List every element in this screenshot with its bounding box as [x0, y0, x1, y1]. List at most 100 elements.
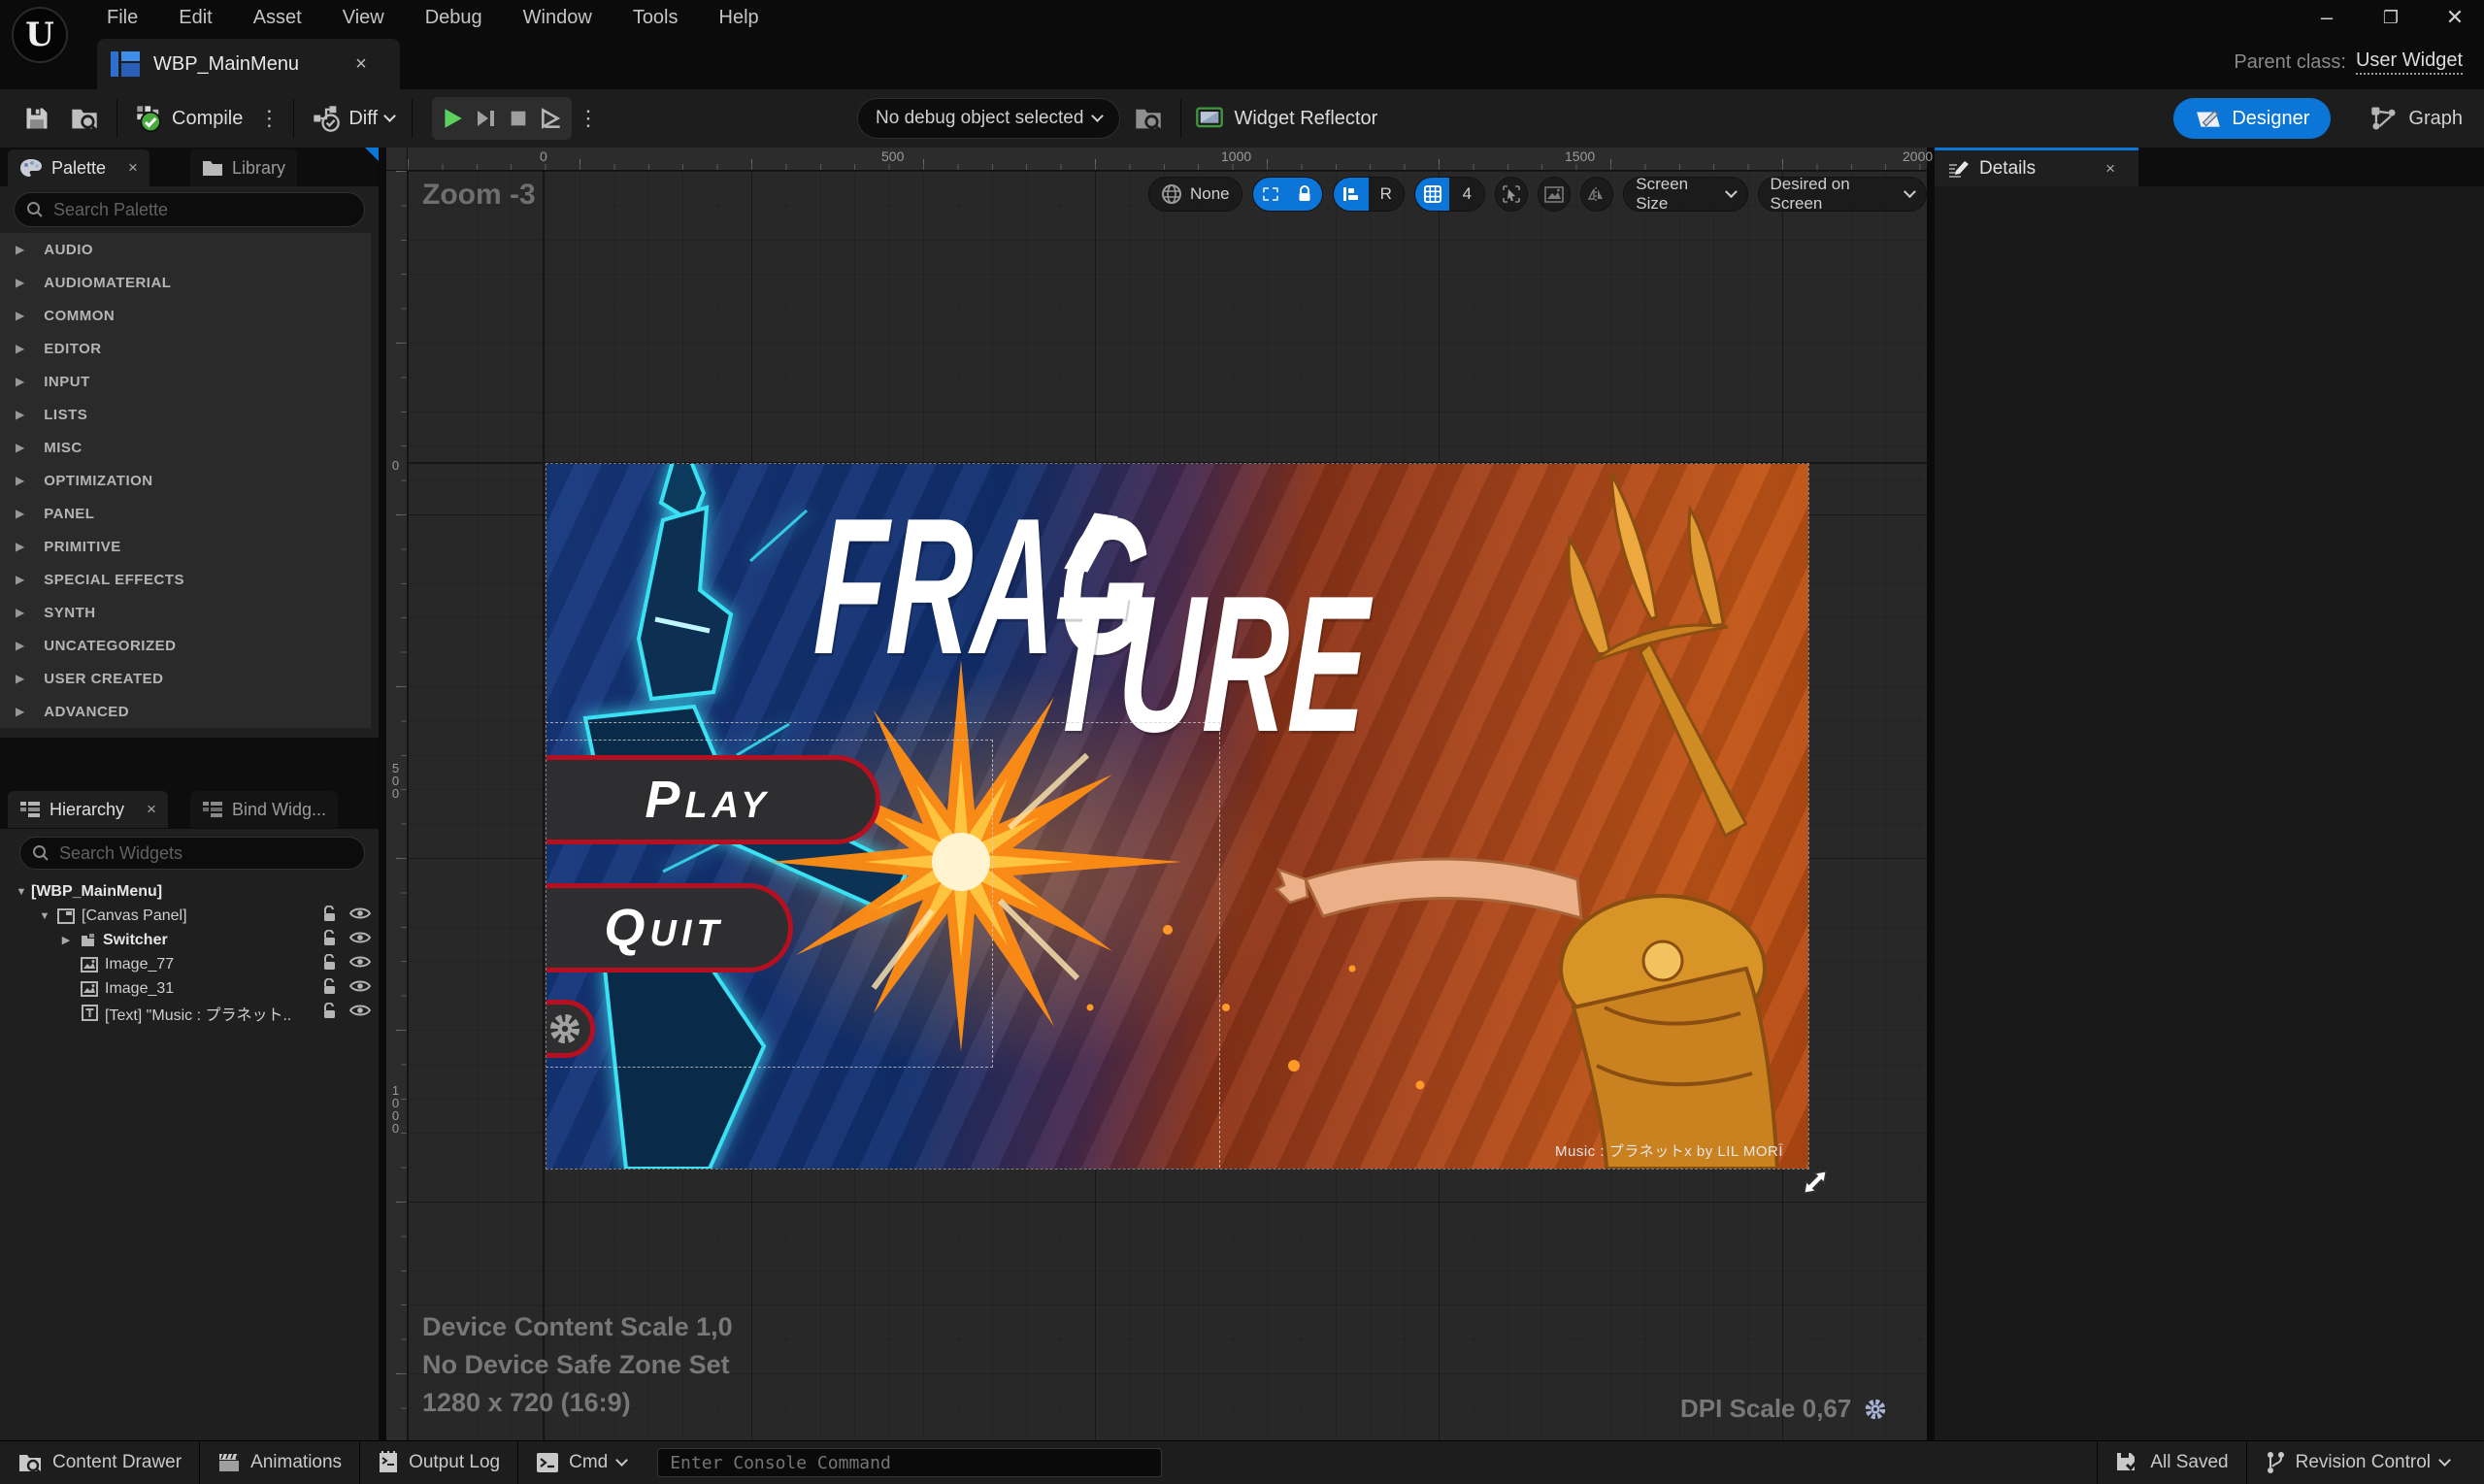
lock-open-icon[interactable]: [321, 978, 338, 996]
palette-category-user-created[interactable]: ▶USER CREATED: [0, 662, 371, 695]
close-button[interactable]: ✕: [2435, 3, 2474, 32]
menu-window[interactable]: Window: [510, 7, 606, 29]
diff-button[interactable]: Diff: [302, 97, 404, 140]
graph-mode-button[interactable]: Graph: [2369, 98, 2463, 139]
output-log-button[interactable]: Output Log: [360, 1441, 517, 1484]
animations-button[interactable]: Animations: [200, 1441, 359, 1484]
palette-category-audiomaterial[interactable]: ▶AUDIOMATERIAL: [0, 266, 371, 299]
visibility-eye-icon[interactable]: [349, 954, 371, 970]
lock-open-icon[interactable]: [321, 954, 338, 972]
lock-toggle[interactable]: [1287, 177, 1322, 212]
hierarchy-search-input[interactable]: Search Widgets: [19, 837, 365, 870]
all-saved-status[interactable]: All Saved: [2098, 1441, 2245, 1484]
compile-button[interactable]: Compile: [125, 97, 252, 140]
revision-control-button[interactable]: Revision Control: [2247, 1441, 2467, 1484]
palette-category-synth[interactable]: ▶SYNTH: [0, 596, 371, 629]
compile-options-icon[interactable]: ⋮: [252, 106, 285, 131]
flip-preview-button[interactable]: [1580, 177, 1613, 212]
parent-class-link[interactable]: User Widget: [2356, 49, 2463, 75]
palette-category-editor[interactable]: ▶EDITOR: [0, 332, 371, 365]
play-button[interactable]: [436, 101, 469, 136]
tab-close-icon[interactable]: ×: [355, 53, 367, 76]
tab-hierarchy[interactable]: Hierarchy ×: [8, 791, 168, 828]
save-button[interactable]: [14, 97, 60, 140]
palette-search-input[interactable]: Search Palette: [14, 192, 365, 227]
widget-canvas[interactable]: FRAG TURE Play Quit Music : プラネットx by LI…: [546, 464, 1808, 1169]
palette-category-common[interactable]: ▶COMMON: [0, 299, 371, 332]
palette-category-optimization[interactable]: ▶OPTIMIZATION: [0, 464, 371, 497]
tree-row-image-77[interactable]: Image_77: [0, 952, 379, 976]
dpi-settings-gear-icon[interactable]: [1863, 1397, 1888, 1422]
unreal-logo-icon[interactable]: U: [12, 7, 68, 63]
tab-palette[interactable]: Palette ×: [8, 149, 149, 186]
preview-background-button[interactable]: [1538, 177, 1571, 212]
respect-locks-toggle[interactable]: R: [1369, 177, 1404, 212]
console-command-input[interactable]: [657, 1448, 1162, 1477]
grid-snap-toggle[interactable]: [1415, 177, 1450, 212]
browse-asset-button[interactable]: [60, 97, 109, 140]
tree-row-canvas-panel[interactable]: ▼ [Canvas Panel]: [0, 904, 379, 928]
lock-open-icon[interactable]: [321, 1003, 338, 1020]
lock-open-icon[interactable]: [321, 906, 338, 923]
tab-bind-widgets[interactable]: Bind Widg...: [190, 791, 338, 828]
palette-category-lists[interactable]: ▶LISTS: [0, 398, 371, 431]
menu-edit[interactable]: Edit: [165, 7, 225, 29]
chevron-collapsed-icon[interactable]: ▶: [56, 934, 76, 946]
palette-category-primitive[interactable]: ▶PRIMITIVE: [0, 530, 371, 563]
tab-wbp-mainmenu[interactable]: WBP_MainMenu ×: [97, 39, 400, 89]
minimize-button[interactable]: –: [2307, 3, 2346, 32]
palette-category-panel[interactable]: ▶PANEL: [0, 497, 371, 530]
restore-button[interactable]: ❐: [2371, 3, 2410, 32]
palette-category-misc[interactable]: ▶MISC: [0, 431, 371, 464]
panel-splitter[interactable]: [1927, 148, 1935, 1440]
designer-mode-button[interactable]: Designer: [2173, 98, 2331, 139]
content-drawer-button[interactable]: Content Drawer: [0, 1441, 199, 1484]
menu-asset[interactable]: Asset: [240, 7, 315, 29]
desired-on-screen-select[interactable]: Desired on Screen: [1758, 177, 1928, 212]
screen-size-select[interactable]: Screen Size: [1623, 177, 1747, 212]
menu-debug[interactable]: Debug: [412, 7, 496, 29]
play-options-icon[interactable]: ⋮: [572, 106, 605, 131]
palette-category-uncategorized[interactable]: ▶UNCATEGORIZED: [0, 629, 371, 662]
resize-handle-icon[interactable]: [1796, 1163, 1835, 1202]
tree-row-root[interactable]: ▼ [WBP_MainMenu]: [0, 879, 379, 904]
browse-debug-button[interactable]: [1124, 97, 1173, 140]
menu-tools[interactable]: Tools: [619, 7, 692, 29]
cmd-selector[interactable]: Cmd: [518, 1441, 644, 1484]
close-icon[interactable]: ×: [2105, 159, 2115, 179]
palette-category-special-effects[interactable]: ▶SPECIAL EFFECTS: [0, 563, 371, 596]
palette-category-advanced[interactable]: ▶ADVANCED: [0, 695, 371, 728]
menu-view[interactable]: View: [329, 7, 398, 29]
tab-label: WBP_MainMenu: [153, 53, 299, 76]
stop-button[interactable]: [502, 101, 535, 136]
grid-snap-size[interactable]: 4: [1449, 177, 1484, 212]
menu-help[interactable]: Help: [706, 7, 773, 29]
visibility-eye-icon[interactable]: [349, 930, 371, 945]
lock-open-icon[interactable]: [321, 930, 338, 947]
designer-viewport[interactable]: 0 500 1000 1500 2000 0 500 1000 Zoom -3 …: [386, 148, 1927, 1440]
menu-file[interactable]: File: [93, 7, 151, 29]
dashed-outline-toggle[interactable]: [1253, 177, 1288, 212]
select-cursor-button[interactable]: [1495, 177, 1528, 212]
panel-splitter[interactable]: [379, 148, 386, 1440]
widget-reflector-button[interactable]: Widget Reflector: [1195, 106, 1377, 131]
tree-row-text-music[interactable]: [Text] "Music : プラネット..: [0, 1001, 379, 1025]
debug-object-select[interactable]: No debug object selected: [857, 98, 1120, 139]
close-icon[interactable]: ×: [128, 158, 138, 178]
localization-preview-select[interactable]: None: [1148, 177, 1242, 212]
tab-library[interactable]: Library: [190, 149, 297, 186]
tab-details[interactable]: Details ×: [1935, 148, 2138, 186]
tree-row-switcher[interactable]: ▶ Switcher: [0, 928, 379, 952]
visibility-eye-icon[interactable]: [349, 906, 371, 921]
play-to-button[interactable]: [535, 101, 568, 136]
palette-category-input[interactable]: ▶INPUT: [0, 365, 371, 398]
visibility-eye-icon[interactable]: [349, 978, 371, 994]
chevron-expanded-icon[interactable]: ▼: [12, 886, 31, 898]
palette-category-audio[interactable]: ▶AUDIO: [0, 233, 371, 266]
close-icon[interactable]: ×: [147, 800, 156, 819]
align-widgets-toggle[interactable]: [1334, 177, 1369, 212]
tree-row-image-31[interactable]: Image_31: [0, 976, 379, 1001]
visibility-eye-icon[interactable]: [349, 1003, 371, 1018]
chevron-expanded-icon[interactable]: ▼: [35, 910, 54, 922]
frame-skip-button[interactable]: [469, 101, 502, 136]
